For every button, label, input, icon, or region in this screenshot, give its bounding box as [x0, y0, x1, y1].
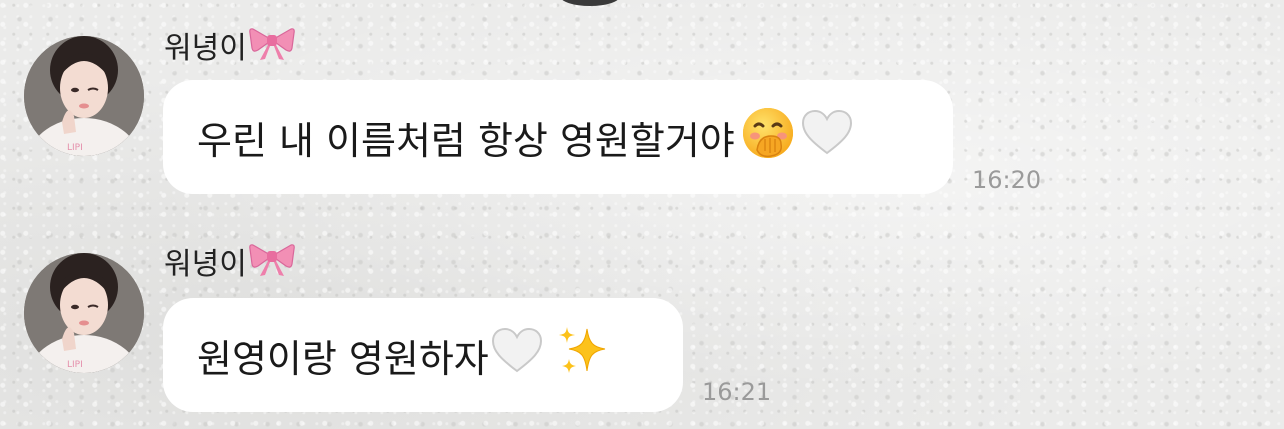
- profile-photo: LIPI: [24, 253, 144, 373]
- sender-name: 워녕이: [164, 242, 295, 289]
- message-bubble[interactable]: 우린 내 이름처럼 항상 영원할거야: [163, 80, 953, 194]
- white-heart-icon: [491, 327, 543, 384]
- pink-ribbon-icon: [249, 26, 295, 73]
- sender-name-text: 워녕이: [164, 247, 247, 282]
- sparkles-icon: [557, 325, 609, 386]
- avatar[interactable]: LIPI: [24, 253, 144, 373]
- profile-photo: LIPI: [24, 36, 144, 156]
- message-group: LIPI 워녕이 우린 내 이름처럼 항상 영원할거야 16:20: [0, 0, 1284, 210]
- message-text: 우린 내 이름처럼 항상 영원할거야: [197, 118, 735, 163]
- sender-name: 워녕이: [164, 26, 295, 73]
- message-time: 16:20: [972, 166, 1042, 194]
- message-bubble[interactable]: 원영이랑 영원하자: [163, 298, 683, 412]
- message-time: 16:21: [702, 378, 772, 406]
- message-group: LIPI 워녕이 원영이랑 영원하자 16:21: [0, 210, 1284, 429]
- avatar[interactable]: LIPI: [24, 36, 144, 156]
- pink-ribbon-icon: [249, 242, 295, 289]
- hand-over-mouth-face-icon: [741, 106, 795, 169]
- message-text: 원영이랑 영원하자: [197, 336, 489, 381]
- white-heart-icon: [801, 109, 853, 166]
- sender-name-text: 워녕이: [164, 31, 247, 66]
- svg-text:LIPI: LIPI: [67, 360, 83, 370]
- svg-text:LIPI: LIPI: [67, 143, 83, 153]
